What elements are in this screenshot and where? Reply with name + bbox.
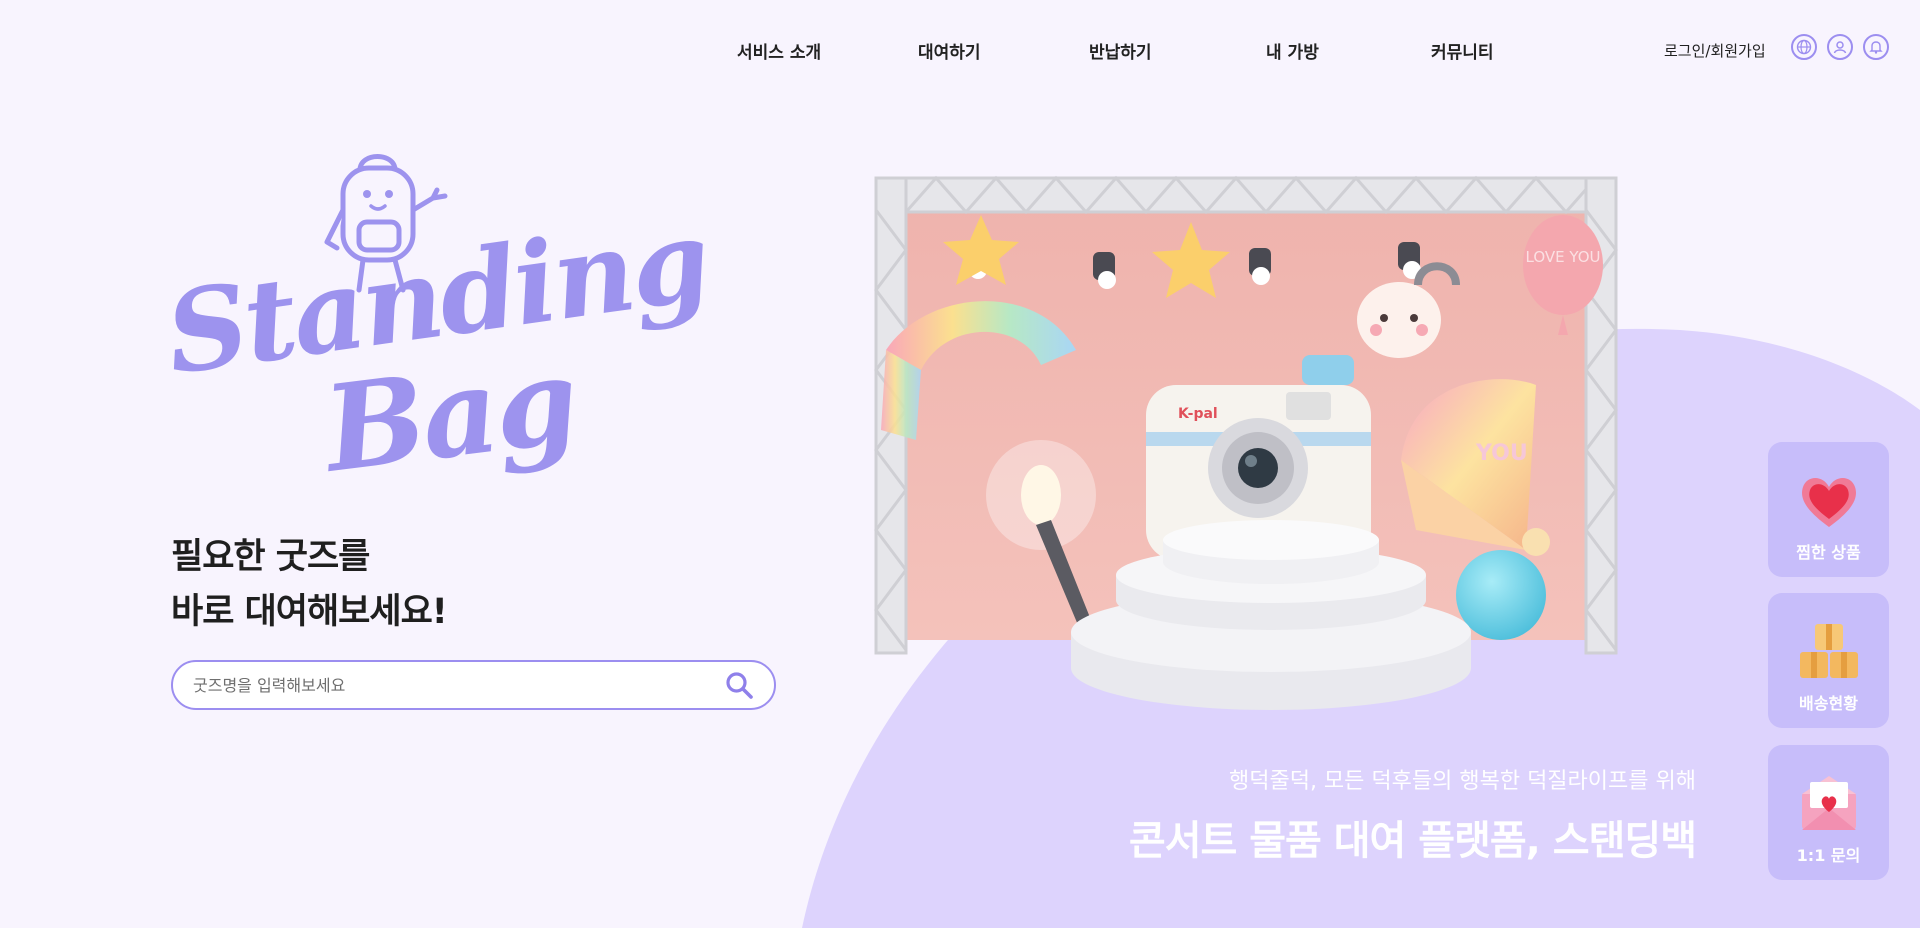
box-icon bbox=[1799, 624, 1858, 678]
concert-stage-illustration: LOVE YOU K-pal YOU bbox=[874, 175, 1618, 710]
globe-icon[interactable] bbox=[1791, 34, 1817, 60]
quick-wishlist-button[interactable]: 찜한 상품 bbox=[1768, 442, 1889, 577]
hero-headline: 필요한 굿즈를 바로 대여해보세요! bbox=[171, 530, 448, 640]
brand-logo: Standing Bag bbox=[159, 150, 725, 500]
headline-line-2: 바로 대여해보세요! bbox=[171, 592, 448, 632]
search-button[interactable] bbox=[722, 668, 756, 702]
login-signup-link[interactable]: 로그인/회원가입 bbox=[1664, 40, 1766, 61]
camera-brand-text: K-pal bbox=[1178, 406, 1218, 422]
quick-delivery-label: 배송현황 bbox=[1799, 694, 1858, 713]
search-input[interactable] bbox=[193, 675, 722, 695]
heart-icon bbox=[1801, 478, 1856, 527]
quick-inquiry-label: 1:1 문의 bbox=[1796, 846, 1861, 865]
search-icon bbox=[726, 672, 753, 699]
nav-rent[interactable]: 대여하기 bbox=[918, 38, 981, 63]
headline-line-1: 필요한 굿즈를 bbox=[171, 537, 370, 577]
user-icon[interactable] bbox=[1827, 34, 1853, 60]
quick-inquiry-button[interactable]: 1:1 문의 bbox=[1768, 745, 1889, 880]
search-bar bbox=[171, 660, 776, 710]
hero-tagline: 콘서트 물품 대여 플랫폼, 스탠딩백 bbox=[1128, 818, 1697, 864]
nav-service-intro[interactable]: 서비스 소개 bbox=[737, 38, 821, 63]
quick-delivery-button[interactable]: 배송현황 bbox=[1768, 593, 1889, 728]
balloon-text: LOVE YOU bbox=[1526, 248, 1601, 266]
nav-my-bag[interactable]: 내 가방 bbox=[1266, 38, 1319, 63]
quick-wishlist-label: 찜한 상품 bbox=[1796, 543, 1861, 562]
fan-text: YOU bbox=[1475, 441, 1528, 466]
hero-subtitle: 행덕줄덕, 모든 덕후들의 행복한 덕질라이프를 위해 bbox=[1228, 769, 1696, 794]
logo-text-bag: Bag bbox=[317, 330, 583, 499]
nav-return[interactable]: 반납하기 bbox=[1089, 38, 1152, 63]
nav-community[interactable]: 커뮤니티 bbox=[1431, 38, 1494, 63]
top-navigation: 서비스 소개 대여하기 반납하기 내 가방 커뮤니티 로그인/회원가입 bbox=[0, 34, 1920, 64]
bell-icon[interactable] bbox=[1863, 34, 1889, 60]
envelope-icon bbox=[1801, 776, 1856, 830]
